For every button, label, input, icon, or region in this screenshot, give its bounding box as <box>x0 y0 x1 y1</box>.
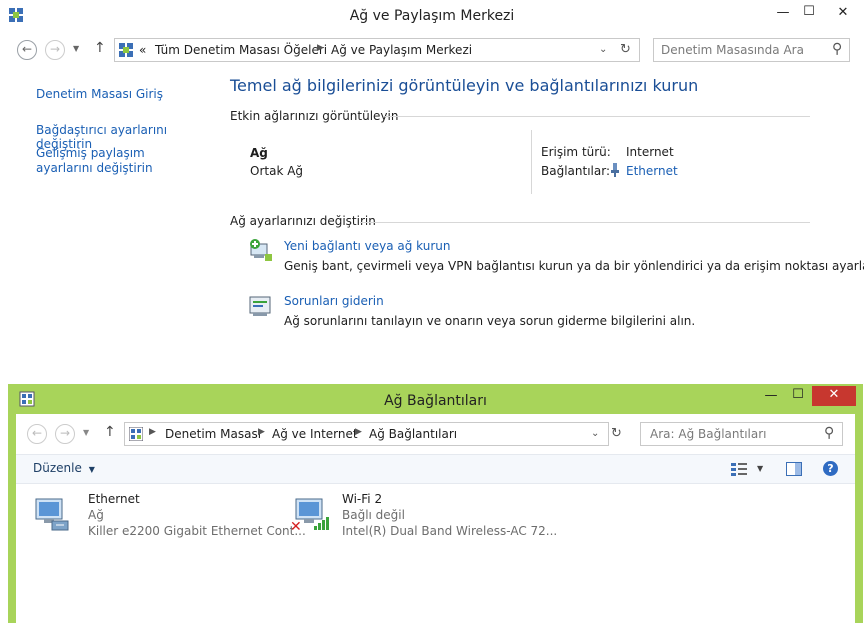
section-heading-change-settings: Ağ ayarlarınızı değiştirin <box>230 214 376 228</box>
access-type-value: Internet <box>626 145 674 159</box>
sidebar: Denetim Masası Giriş Bağdaştırıcı ayarla… <box>0 68 215 385</box>
task-new-connection-link[interactable]: Yeni bağlantı veya ağ kurun <box>284 239 450 253</box>
address-bar[interactable]: « Tüm Denetim Masası Öğeleri ▶ Ağ ve Pay… <box>114 38 640 62</box>
close-button[interactable]: ✕ <box>830 4 856 24</box>
breadcrumb-item[interactable]: Ağ ve Paylaşım Merkezi <box>331 43 472 57</box>
divider <box>360 222 810 223</box>
network-sharing-center-window: Ağ ve Paylaşım Merkezi — ☐ ✕ ← → ▼ ↑ « T… <box>0 0 864 385</box>
window-title: Ağ ve Paylaşım Merkezi <box>349 8 515 24</box>
organize-label: Düzenle <box>33 461 82 475</box>
up-button[interactable]: ↑ <box>94 40 106 56</box>
recent-pages-chevron-icon[interactable]: ▼ <box>83 428 89 437</box>
window-title: Ağ Bağlantıları <box>384 393 487 409</box>
network-folder-icon <box>128 426 144 444</box>
network-name: Ağ <box>250 146 268 160</box>
search-icon[interactable]: ⚲ <box>824 425 834 441</box>
vertical-divider <box>531 130 532 194</box>
adapter-wifi-2[interactable]: ✕ Wi-Fi 2 Bağlı değil Intel(R) Dual Band… <box>288 492 557 544</box>
help-icon[interactable]: ? <box>823 461 838 476</box>
ethernet-adapter-icon <box>34 495 74 538</box>
search-input[interactable]: Ara: Ağ Bağlantıları ⚲ <box>640 422 843 446</box>
ethernet-plug-icon <box>610 163 620 180</box>
breadcrumb-overflow[interactable]: « <box>139 43 146 57</box>
adapter-name: Wi-Fi 2 <box>342 492 383 506</box>
minimize-button[interactable]: — <box>758 387 784 407</box>
breadcrumb-item[interactable]: Denetim Masası <box>165 427 261 441</box>
network-type: Ortak Ağ <box>250 164 304 178</box>
troubleshoot-icon <box>249 294 273 321</box>
adapter-status: Bağlı değil <box>342 508 405 522</box>
access-type-label: Erişim türü: <box>541 145 611 159</box>
disconnected-x-icon: ✕ <box>290 519 302 535</box>
up-button[interactable]: ↑ <box>104 424 116 440</box>
preview-pane-icon[interactable] <box>786 462 802 479</box>
view-dropdown-chevron-icon[interactable]: ▼ <box>757 464 763 473</box>
maximize-button[interactable]: ☐ <box>785 386 811 406</box>
command-bar: Düzenle ▼ ▼ ? <box>16 454 855 484</box>
address-dropdown-icon[interactable]: ⌄ <box>591 428 599 439</box>
new-connection-icon <box>249 238 273 265</box>
back-button[interactable]: ← <box>27 424 47 444</box>
search-icon[interactable]: ⚲ <box>832 41 842 57</box>
title-bar: Ağ ve Paylaşım Merkezi — ☐ ✕ <box>0 0 864 32</box>
navigation-bar: ← → ▼ ↑ « Tüm Denetim Masası Öğeleri ▶ A… <box>0 32 864 68</box>
recent-pages-chevron-icon[interactable]: ▼ <box>73 44 79 53</box>
refresh-icon[interactable]: ↻ <box>620 42 631 57</box>
breadcrumb-separator-icon: ▶ <box>258 427 265 437</box>
address-bar[interactable]: ▶ Denetim Masası ▶ Ağ ve Internet ▶ Ağ B… <box>124 422 622 446</box>
sidebar-item-advanced-sharing[interactable]: Gelişmiş paylaşım ayarlarını değiştirin <box>36 146 196 176</box>
adapter-ethernet[interactable]: Ethernet Ağ Killer e2200 Gigabit Etherne… <box>34 492 306 544</box>
breadcrumb-separator-icon: ▶ <box>317 43 324 53</box>
title-bar: Ağ Bağlantıları — ☐ ✕ <box>8 384 863 414</box>
adapter-name: Ethernet <box>88 492 140 506</box>
adapter-device: Intel(R) Dual Band Wireless-AC 72... <box>342 524 558 538</box>
organize-button[interactable]: Düzenle ▼ <box>33 461 95 475</box>
client-area: ← → ▼ ↑ ▶ Denetim Masası ▶ Ağ ve Interne… <box>16 414 855 623</box>
view-options-icon[interactable] <box>731 462 747 479</box>
address-dropdown-icon[interactable]: ⌄ <box>599 44 607 55</box>
breadcrumb-item[interactable]: Ağ Bağlantıları <box>369 427 457 441</box>
task-new-connection-desc: Geniş bant, çevirmeli veya VPN bağlantıs… <box>284 259 864 273</box>
connections-label: Bağlantılar: <box>541 164 610 178</box>
search-placeholder: Ara: Ağ Bağlantıları <box>650 427 767 441</box>
page-title: Temel ağ bilgilerinizi görüntüleyin ve b… <box>230 76 699 95</box>
search-placeholder: Denetim Masasında Ara <box>661 43 804 57</box>
task-troubleshoot-link[interactable]: Sorunları giderin <box>284 294 384 308</box>
section-heading-active-networks: Etkin ağlarınızı görüntüleyin <box>230 109 399 123</box>
control-panel-icon <box>119 43 133 60</box>
task-troubleshoot-desc: Ağ sorunlarını tanılayın ve onarın veya … <box>284 314 696 328</box>
refresh-icon[interactable]: ↻ <box>611 426 622 441</box>
minimize-button[interactable]: — <box>770 4 796 24</box>
navigation-bar: ← → ▼ ↑ ▶ Denetim Masası ▶ Ağ ve Interne… <box>16 414 855 450</box>
sidebar-home-link[interactable]: Denetim Masası Giriş <box>36 87 163 101</box>
network-connections-window: Ağ Bağlantıları — ☐ ✕ ← → ▼ ↑ ▶ Denetim … <box>8 384 863 623</box>
search-input[interactable]: Denetim Masasında Ara ⚲ <box>653 38 850 62</box>
breadcrumb-separator-icon: ▶ <box>355 427 362 437</box>
divider <box>385 116 810 117</box>
back-button[interactable]: ← <box>17 40 37 60</box>
forward-button[interactable]: → <box>55 424 75 444</box>
maximize-button[interactable]: ☐ <box>796 3 822 23</box>
chevron-down-icon: ▼ <box>88 465 95 474</box>
breadcrumb-item[interactable]: Ağ ve Internet <box>272 427 358 441</box>
connection-ethernet-link[interactable]: Ethernet <box>626 164 678 178</box>
breadcrumb-item[interactable]: Tüm Denetim Masası Öğeleri <box>155 43 327 57</box>
adapter-status: Ağ <box>88 508 104 522</box>
forward-button[interactable]: → <box>45 40 65 60</box>
close-button[interactable]: ✕ <box>812 386 856 406</box>
breadcrumb-separator-icon: ▶ <box>149 427 156 437</box>
main-content: Temel ağ bilgilerinizi görüntüleyin ve b… <box>215 68 864 385</box>
adapter-list: Ethernet Ağ Killer e2200 Gigabit Etherne… <box>16 484 855 623</box>
adapter-device: Killer e2200 Gigabit Ethernet Cont... <box>88 524 306 538</box>
